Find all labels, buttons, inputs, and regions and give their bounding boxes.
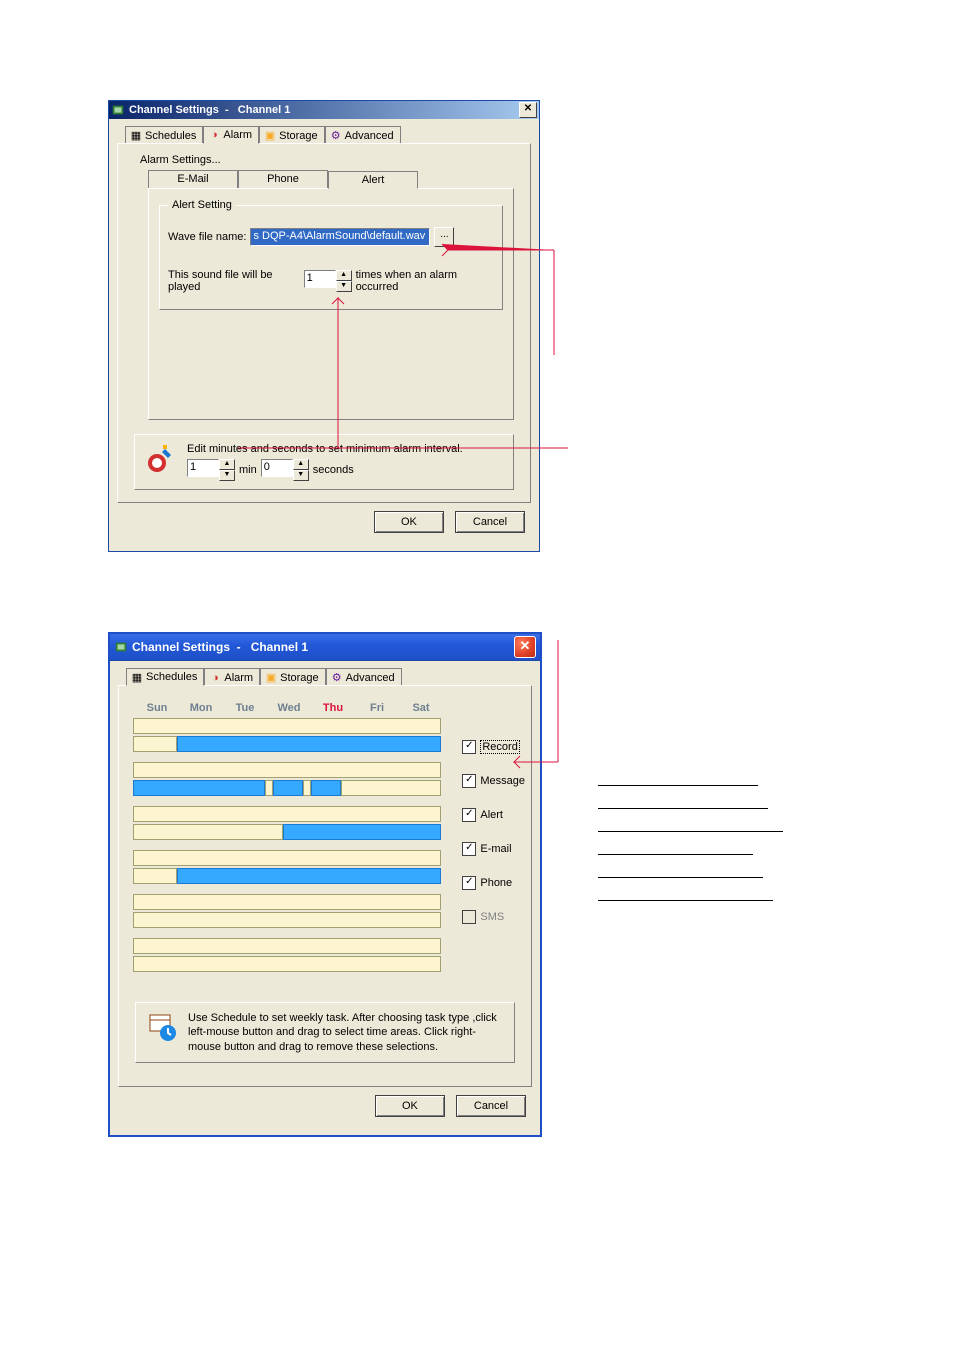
option-email[interactable]: ✓E-mail: [462, 842, 525, 856]
tab-storage[interactable]: ▣Storage: [260, 668, 326, 686]
day-fri: Fri: [355, 702, 399, 714]
channel-settings-dialog-schedules: Channel Settings - Channel 1 ✕ ▦Schedule…: [108, 632, 542, 1137]
checkbox-icon[interactable]: ✓: [462, 876, 476, 890]
title-bar[interactable]: Channel Settings - Channel 1 ✕: [110, 634, 540, 661]
play-count-stepper[interactable]: 1 ▲▼: [304, 270, 352, 292]
ok-button[interactable]: OK: [374, 511, 444, 533]
sec-input[interactable]: 0: [261, 459, 293, 477]
day-tue: Tue: [223, 702, 267, 714]
spin-down-icon[interactable]: ▼: [293, 470, 309, 481]
tab-advanced[interactable]: ⚙Advanced: [326, 668, 402, 686]
browse-button[interactable]: ...: [434, 227, 454, 247]
title-text-a: Channel Settings: [129, 104, 219, 116]
alarm-icon: ◑: [209, 672, 221, 684]
advanced-icon: ⚙: [331, 672, 343, 684]
min-label: min: [239, 464, 257, 476]
day-wed: Wed: [267, 702, 311, 714]
min-input[interactable]: 1: [187, 459, 219, 477]
tab-alarm[interactable]: ◑Alarm: [203, 126, 259, 144]
play-count-post-label: times when an alarm occurred: [356, 269, 494, 293]
close-button[interactable]: ✕: [519, 102, 537, 118]
day-thu: Thu: [311, 702, 355, 714]
tab-alarm[interactable]: ◑Alarm: [204, 668, 260, 686]
app-icon: [111, 103, 125, 117]
alarm-subtabs: E-Mail Phone Alert: [148, 170, 520, 188]
spin-up-icon[interactable]: ▲: [336, 270, 352, 281]
checkbox-icon[interactable]: ✓: [462, 808, 476, 822]
tab-storage[interactable]: ▣Storage: [259, 126, 325, 144]
subtab-phone[interactable]: Phone: [238, 170, 328, 188]
option-record[interactable]: ✓Record: [462, 740, 525, 754]
main-tabs: ▦Schedules ◑Alarm ▣Storage ⚙Advanced: [117, 125, 531, 143]
checkbox-icon[interactable]: ✓: [462, 740, 476, 754]
spin-down-icon[interactable]: ▼: [219, 470, 235, 481]
title-sep: -: [219, 104, 238, 116]
ok-button[interactable]: OK: [375, 1095, 445, 1117]
cancel-button[interactable]: Cancel: [456, 1095, 526, 1117]
checkbox-icon[interactable]: ✓: [462, 842, 476, 856]
task-type-options: ✓Record ✓Message ✓Alert ✓E-mail ✓Phone S…: [462, 740, 525, 924]
checkbox-icon: [462, 910, 476, 924]
title-bar[interactable]: Channel Settings - Channel 1 ✕: [109, 101, 539, 119]
wave-file-input[interactable]: s DQP-A4\AlarmSound\default.wav: [250, 228, 430, 246]
sec-label: seconds: [313, 464, 354, 476]
subtab-email[interactable]: E-Mail: [148, 170, 238, 188]
cancel-button[interactable]: Cancel: [455, 511, 525, 533]
checkbox-icon[interactable]: ✓: [462, 774, 476, 788]
channel-settings-dialog-alarm: Channel Settings - Channel 1 ✕ ▦Schedule…: [108, 100, 540, 552]
title-text-b: Channel 1: [251, 640, 308, 654]
spin-down-icon[interactable]: ▼: [336, 281, 352, 292]
play-count-pre-label: This sound file will be played: [168, 269, 300, 293]
option-message[interactable]: ✓Message: [462, 774, 525, 788]
schedule-header: Sun Mon Tue Wed Thu Fri Sat: [133, 702, 517, 714]
alert-setting-group: Alert Setting Wave file name: s DQP-A4\A…: [159, 199, 503, 310]
play-count-input[interactable]: 1: [304, 270, 336, 288]
spin-up-icon[interactable]: ▲: [293, 459, 309, 470]
tab-advanced[interactable]: ⚙Advanced: [325, 126, 401, 144]
close-button[interactable]: ✕: [514, 636, 536, 658]
wave-file-label: Wave file name:: [168, 231, 246, 243]
title-text-b: Channel 1: [238, 104, 291, 116]
schedule-help-text: Use Schedule to set weekly task. After c…: [188, 1011, 504, 1054]
advanced-icon: ⚙: [330, 130, 342, 142]
storage-icon: ▣: [264, 130, 276, 142]
title-sep: -: [230, 640, 251, 654]
main-tabs: ▦Schedules ◑Alarm ▣Storage ⚙Advanced: [118, 667, 532, 685]
sec-stepper[interactable]: 0 ▲▼: [261, 459, 309, 481]
alert-setting-legend: Alert Setting: [168, 199, 236, 211]
schedule-help-icon: [146, 1011, 178, 1043]
schedule-help-box: Use Schedule to set weekly task. After c…: [135, 1002, 515, 1063]
schedules-icon: ▦: [130, 130, 142, 142]
alarm-interval-icon: [145, 443, 177, 475]
schedules-icon: ▦: [131, 671, 143, 683]
min-stepper[interactable]: 1 ▲▼: [187, 459, 235, 481]
app-icon: [114, 640, 128, 654]
alarm-icon: ◑: [208, 129, 220, 141]
interval-info-box: Edit minutes and seconds to set minimum …: [134, 434, 514, 490]
subtab-alert[interactable]: Alert: [328, 171, 418, 189]
external-notes-lines: [598, 785, 858, 923]
day-mon: Mon: [179, 702, 223, 714]
tab-schedules[interactable]: ▦Schedules: [126, 668, 204, 686]
storage-icon: ▣: [265, 672, 277, 684]
schedule-grid[interactable]: [133, 718, 517, 972]
interval-instruction: Edit minutes and seconds to set minimum …: [187, 443, 503, 455]
tab-schedules[interactable]: ▦Schedules: [125, 126, 203, 144]
day-sat: Sat: [399, 702, 443, 714]
spin-up-icon[interactable]: ▲: [219, 459, 235, 470]
title-text-a: Channel Settings: [132, 640, 230, 654]
day-sun: Sun: [135, 702, 179, 714]
option-alert[interactable]: ✓Alert: [462, 808, 525, 822]
option-phone[interactable]: ✓Phone: [462, 876, 525, 890]
option-sms: SMS: [462, 910, 525, 924]
alarm-settings-label: Alarm Settings...: [140, 154, 520, 166]
